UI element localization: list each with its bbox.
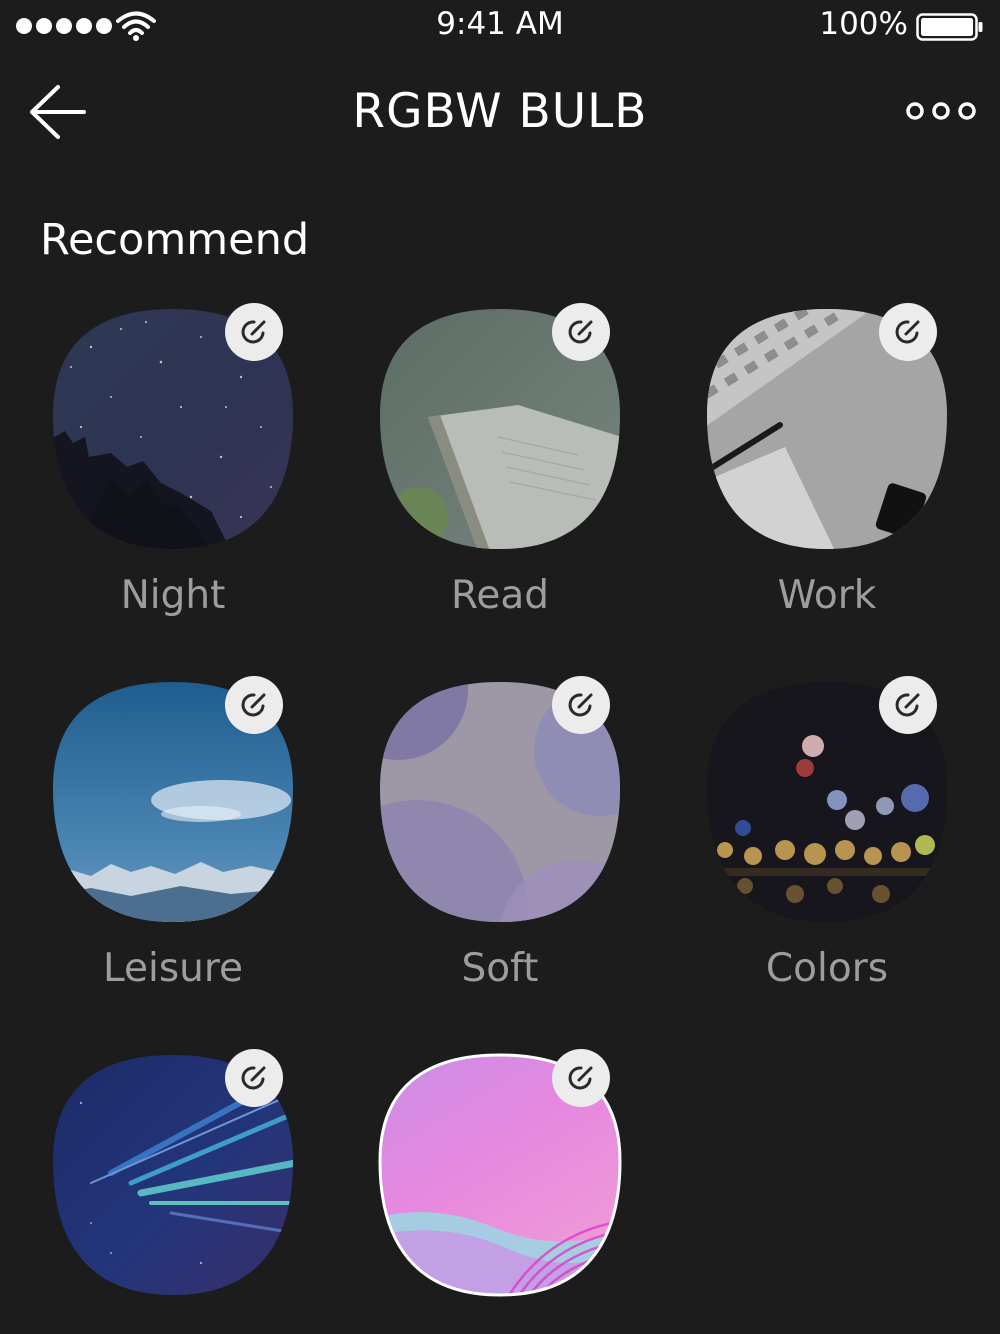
scene-label: Leisure xyxy=(102,946,244,991)
scene-card-leisure[interactable]: Leisure xyxy=(51,676,295,991)
scene-label: Work xyxy=(777,573,877,618)
scene-card-soft[interactable]: Soft xyxy=(378,676,622,991)
scene-image xyxy=(51,676,295,924)
edit-scene-button[interactable] xyxy=(225,1049,283,1107)
scene-image xyxy=(378,676,622,924)
scene-card-night[interactable]: Night xyxy=(51,303,295,618)
scene-image xyxy=(378,303,622,551)
edit-scene-button[interactable] xyxy=(879,303,937,361)
edit-icon xyxy=(568,1066,593,1090)
edit-icon xyxy=(241,693,266,717)
scene-image xyxy=(705,303,949,551)
edit-scene-button[interactable] xyxy=(879,676,937,734)
scene-card-colors[interactable]: Colors xyxy=(705,676,949,991)
edit-scene-button[interactable] xyxy=(552,1049,610,1107)
scene-card-work[interactable]: Work xyxy=(705,303,949,618)
edit-scene-button[interactable] xyxy=(225,303,283,361)
edit-scene-button[interactable] xyxy=(552,676,610,734)
scene-label: Soft xyxy=(461,946,539,991)
battery-percent: 100% xyxy=(819,6,908,42)
edit-scene-button[interactable] xyxy=(552,303,610,361)
scene-label: Colors xyxy=(765,946,889,991)
edit-icon xyxy=(568,320,593,344)
scene-image xyxy=(705,676,949,924)
status-bar: 9:41 AM 100% xyxy=(0,0,1000,52)
battery-icon xyxy=(916,13,983,41)
scene-card-7[interactable] xyxy=(51,1049,295,1297)
nav-bar: RGBW BULB xyxy=(0,60,1000,164)
edit-scene-button[interactable] xyxy=(225,676,283,734)
scene-label: Read xyxy=(451,573,549,618)
scene-image xyxy=(378,1049,622,1297)
scene-card-8-selected[interactable] xyxy=(378,1049,622,1297)
screen: 9:41 AM 100% RGBW BULB Recommend Night R… xyxy=(0,0,1000,1334)
edit-icon xyxy=(241,320,266,344)
page-title: RGBW BULB xyxy=(352,84,648,139)
edit-icon xyxy=(895,693,920,717)
scene-card-read[interactable]: Read xyxy=(378,303,622,618)
more-icon[interactable] xyxy=(906,96,976,126)
edit-icon xyxy=(895,320,920,344)
scene-image xyxy=(51,303,295,551)
scene-label: Night xyxy=(120,573,226,618)
scene-image xyxy=(51,1049,295,1297)
edit-icon xyxy=(568,693,593,717)
edit-icon xyxy=(241,1066,266,1090)
section-title: Recommend xyxy=(40,215,310,265)
